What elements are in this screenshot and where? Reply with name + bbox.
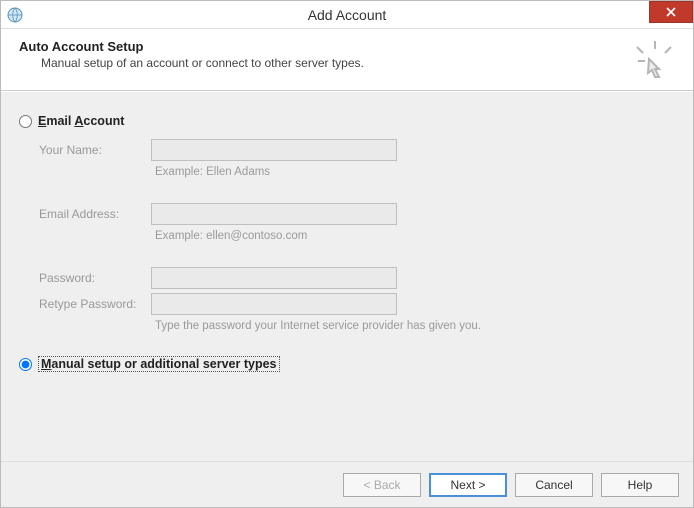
radio-manual-setup[interactable]: [19, 358, 32, 371]
next-button[interactable]: Next >: [429, 473, 507, 497]
window-title: Add Account: [1, 7, 693, 23]
input-password: [151, 267, 397, 289]
wizard-cursor-icon: [635, 39, 675, 79]
wizard-footer: < Back Next > Cancel Help: [1, 461, 693, 507]
option-email-account[interactable]: Email Account: [19, 114, 675, 128]
hint-password: Type the password your Internet service …: [151, 318, 481, 338]
example-email: Example: ellen@contoso.com: [151, 228, 307, 248]
input-retype-password: [151, 293, 397, 315]
email-account-fields: Your Name: Example: Ellen Adams Email Ad…: [39, 138, 675, 338]
help-button[interactable]: Help: [601, 473, 679, 497]
title-bar: Add Account: [1, 1, 693, 29]
close-button[interactable]: [649, 1, 693, 23]
header-subtitle: Manual setup of an account or connect to…: [41, 56, 675, 70]
label-your-name: Your Name:: [39, 143, 151, 157]
wizard-header: Auto Account Setup Manual setup of an ac…: [1, 29, 693, 91]
cancel-button[interactable]: Cancel: [515, 473, 593, 497]
add-account-dialog: Add Account Auto Account Setup Manual se…: [0, 0, 694, 508]
label-email: Email Address:: [39, 207, 151, 221]
example-your-name: Example: Ellen Adams: [151, 164, 270, 184]
wizard-body: Email Account Your Name: Example: Ellen …: [1, 91, 693, 461]
input-your-name: [151, 139, 397, 161]
option-manual-setup-label: Manual setup or additional server types: [38, 356, 280, 372]
option-manual-setup[interactable]: Manual setup or additional server types: [19, 356, 675, 372]
label-password: Password:: [39, 271, 151, 285]
radio-email-account[interactable]: [19, 115, 32, 128]
input-email: [151, 203, 397, 225]
back-button: < Back: [343, 473, 421, 497]
label-retype-password: Retype Password:: [39, 297, 151, 311]
header-title: Auto Account Setup: [19, 39, 675, 54]
app-icon: [7, 7, 23, 23]
option-email-account-label: Email Account: [38, 114, 124, 128]
